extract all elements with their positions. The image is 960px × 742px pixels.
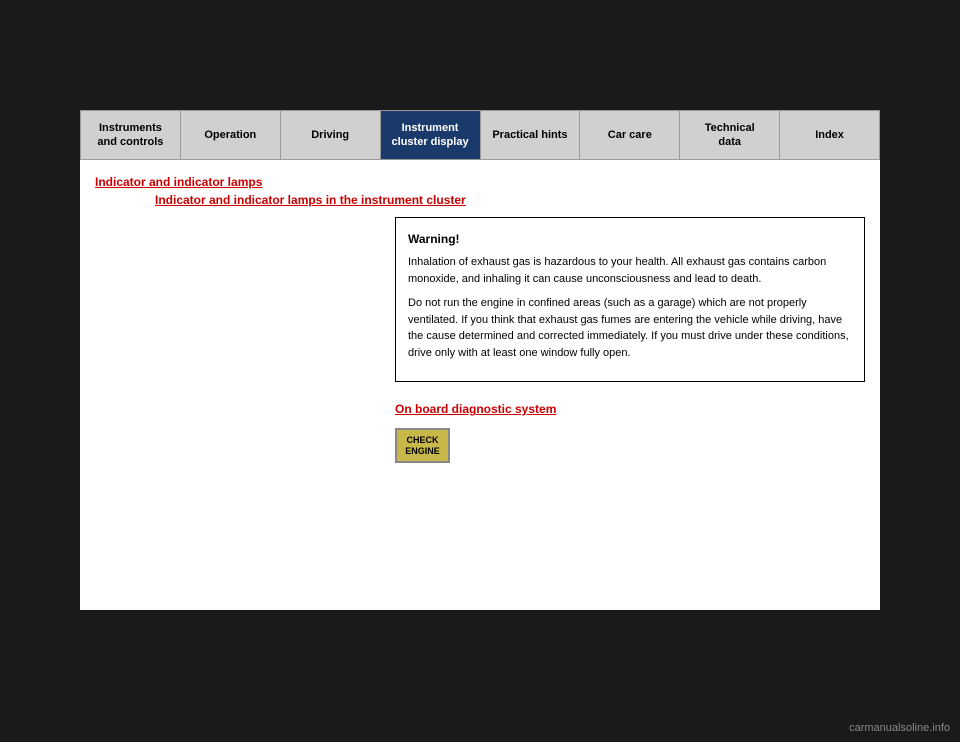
- left-column: [95, 217, 375, 463]
- diagnostics-title-link[interactable]: On board diagnostic system: [395, 402, 865, 416]
- nav-index[interactable]: Index: [780, 111, 879, 159]
- breadcrumb: Indicator and indicator lamps Indicator …: [95, 175, 865, 207]
- breadcrumb-main-link[interactable]: Indicator and indicator lamps: [95, 175, 865, 189]
- check-engine-button[interactable]: CHECK ENGINE: [395, 428, 450, 463]
- warning-paragraph-1: Inhalation of exhaust gas is hazardous t…: [408, 254, 852, 287]
- navigation-bar: Instruments and controls Operation Drivi…: [80, 110, 880, 160]
- warning-paragraph-2: Do not run the engine in confined areas …: [408, 295, 852, 361]
- nav-instrument-cluster[interactable]: Instrument cluster display: [381, 111, 481, 159]
- warning-title: Warning!: [408, 230, 852, 248]
- nav-technical-data[interactable]: Technical data: [680, 111, 780, 159]
- main-content: Indicator and indicator lamps Indicator …: [80, 160, 880, 610]
- watermark: carmanualsoline.info: [849, 722, 950, 734]
- breadcrumb-sub-link[interactable]: Indicator and indicator lamps in the ins…: [155, 193, 865, 207]
- nav-practical-hints[interactable]: Practical hints: [481, 111, 581, 159]
- nav-driving[interactable]: Driving: [281, 111, 381, 159]
- right-column: Warning! Inhalation of exhaust gas is ha…: [395, 217, 865, 463]
- nav-car-care[interactable]: Car care: [580, 111, 680, 159]
- diagnostics-section: On board diagnostic system CHECK ENGINE: [395, 402, 865, 463]
- content-columns: Warning! Inhalation of exhaust gas is ha…: [95, 217, 865, 463]
- warning-box: Warning! Inhalation of exhaust gas is ha…: [395, 217, 865, 382]
- nav-operation[interactable]: Operation: [181, 111, 281, 159]
- nav-instruments-controls[interactable]: Instruments and controls: [81, 111, 181, 159]
